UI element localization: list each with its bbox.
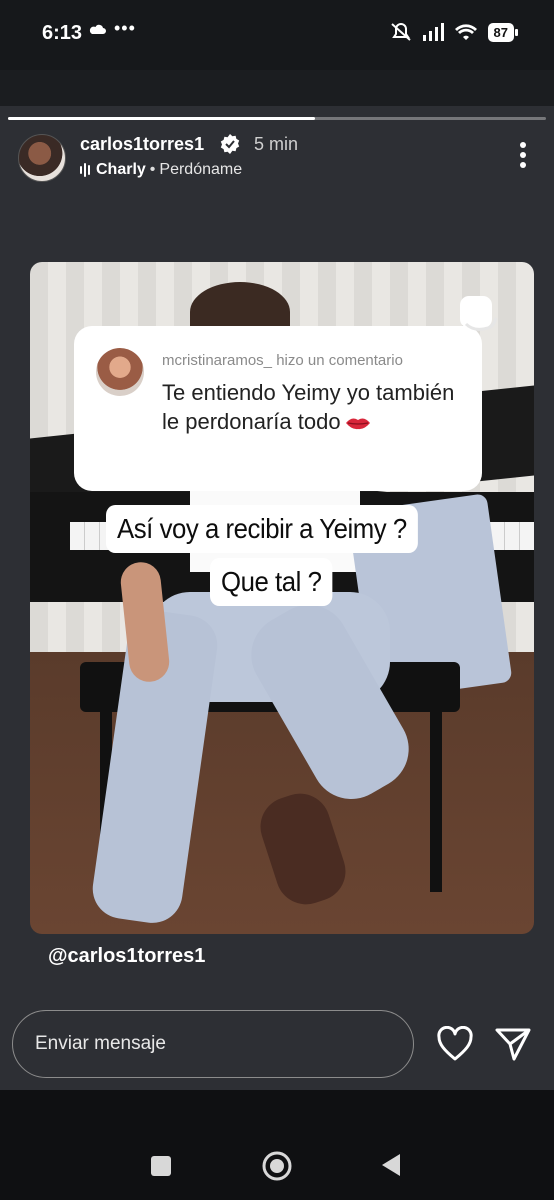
person-shoe	[252, 785, 354, 913]
story-timestamp: 5 min	[254, 134, 299, 154]
mute-icon	[390, 22, 411, 41]
more-notifications-dots: •••	[114, 18, 136, 38]
battery-icon: 87	[487, 22, 519, 42]
story-username[interactable]: carlos1torres1	[80, 134, 204, 155]
story-progress-fill	[8, 117, 315, 120]
signal-icon	[422, 23, 444, 41]
music-bars-icon	[80, 163, 90, 177]
more-options-icon[interactable]	[520, 142, 526, 168]
story-music[interactable]: Charly • Perdóname	[80, 161, 242, 179]
comment-text-block: Te entiendo Yeimy yo también le perdonar…	[162, 378, 462, 436]
commenter-avatar	[96, 348, 144, 396]
music-artist: Charly	[96, 161, 146, 178]
music-separator: •	[149, 161, 156, 178]
story-header: carlos1torres1 5 min Charly • Perdóname	[16, 132, 538, 184]
system-nav-bar	[0, 1090, 554, 1200]
reply-input[interactable]: Enviar mensaje	[12, 1010, 414, 1078]
comment-sticker[interactable]: mcristinaramos_ hizo un comentario Te en…	[74, 326, 482, 491]
sticker-icon[interactable]	[458, 294, 500, 334]
comment-text: Te entiendo Yeimy yo también le perdonar…	[162, 380, 455, 434]
home-button-icon[interactable]	[261, 1150, 293, 1182]
bench-leg	[430, 702, 442, 892]
music-song: Perdóname	[159, 161, 243, 178]
clock: 6:13	[42, 22, 83, 44]
back-button-icon[interactable]	[378, 1152, 404, 1178]
send-icon[interactable]	[494, 1026, 532, 1062]
status-bar: 6:13 ••• 87	[0, 0, 554, 70]
comment-author-meta: mcristinaramos_ hizo un comentario	[162, 352, 403, 369]
recents-button-icon[interactable]	[150, 1155, 172, 1177]
verified-badge-icon	[220, 134, 240, 154]
avatar[interactable]	[18, 134, 66, 182]
story-caption-line2: Que tal ?	[210, 558, 333, 606]
story-caption-line1: Así voy a recibir a Yeimy ?	[106, 505, 418, 553]
cloud-icon	[89, 24, 106, 34]
like-heart-icon[interactable]	[436, 1026, 474, 1062]
lips-icon	[345, 418, 370, 430]
reply-placeholder: Enviar mensaje	[35, 1033, 166, 1054]
system-icons: 87	[390, 22, 519, 42]
wifi-icon	[454, 24, 477, 40]
story-progress-bar	[8, 117, 546, 120]
mention-link[interactable]: @carlos1torres1	[48, 945, 205, 968]
